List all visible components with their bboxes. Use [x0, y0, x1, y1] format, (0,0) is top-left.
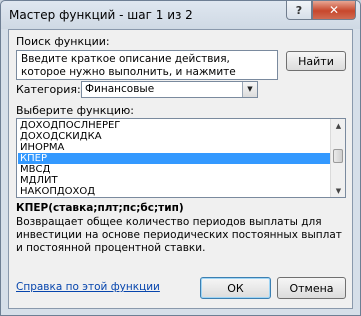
- title-bar[interactable]: Мастер функций - шаг 1 из 2 ? ✕: [1, 1, 360, 29]
- vertical-scrollbar[interactable]: ▲ ▼: [330, 119, 345, 197]
- function-description: Возвращает общее количество периодов вып…: [16, 216, 342, 254]
- ok-button[interactable]: ОК: [200, 277, 271, 299]
- function-wizard-dialog: Мастер функций - шаг 1 из 2 ? ✕ Поиск фу…: [0, 0, 361, 316]
- function-list[interactable]: ДОХОДПОСЛНЕРЕГ ДОХОДСКИДКА ИНОРМА КПЕР М…: [16, 118, 346, 198]
- list-item[interactable]: ИНОРМА: [18, 142, 331, 153]
- search-input[interactable]: Введите краткое описание действия, котор…: [16, 50, 278, 80]
- list-item-selected[interactable]: КПЕР: [18, 153, 331, 164]
- list-item[interactable]: МДЛИТ: [18, 175, 331, 186]
- search-label: Поиск функции:: [16, 35, 110, 48]
- dialog-body: Поиск функции: Введите краткое описание …: [8, 29, 353, 309]
- list-item[interactable]: МВСД: [18, 164, 331, 175]
- help-button[interactable]: ?: [286, 1, 312, 20]
- list-item[interactable]: ДОХОДПОСЛНЕРЕГ: [18, 120, 331, 131]
- scroll-down-icon[interactable]: ▼: [331, 184, 345, 197]
- close-icon: ✕: [328, 3, 340, 17]
- dialog-title: Мастер функций - шаг 1 из 2: [9, 8, 193, 22]
- scroll-thumb[interactable]: [333, 149, 343, 163]
- list-item[interactable]: ДОХОДСКИДКА: [18, 131, 331, 142]
- chevron-down-icon[interactable]: ▼: [242, 82, 257, 97]
- find-button[interactable]: Найти: [286, 51, 346, 71]
- function-list-label: Выберите функцию:: [16, 104, 134, 117]
- function-help-link[interactable]: Справка по этой функции: [16, 281, 160, 293]
- scroll-up-icon[interactable]: ▲: [331, 119, 345, 132]
- function-syntax: КПЕР(ставка;плт;пс;бс;тип): [16, 202, 184, 214]
- category-label: Категория:: [16, 83, 81, 96]
- help-icon: ?: [295, 3, 303, 17]
- category-select[interactable]: Финансовые ▼: [81, 81, 258, 98]
- list-item[interactable]: НАКОПДОХОД: [18, 186, 331, 197]
- category-value: Финансовые: [85, 83, 155, 95]
- cancel-button[interactable]: Отмена: [277, 277, 346, 299]
- close-button[interactable]: ✕: [312, 1, 356, 20]
